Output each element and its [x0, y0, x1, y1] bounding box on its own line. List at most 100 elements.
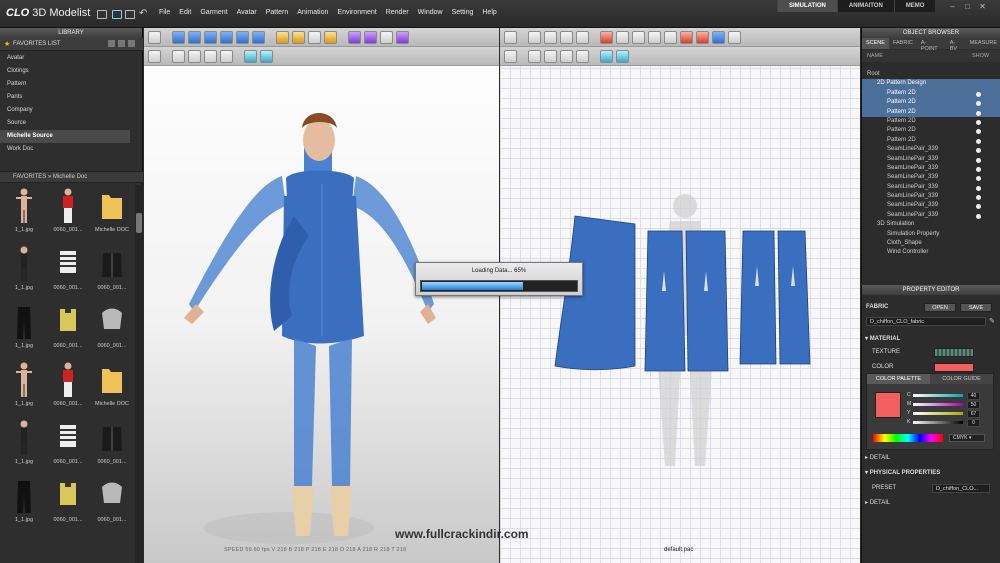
- mode-tab-memo[interactable]: MEMO: [893, 0, 936, 12]
- tree-node[interactable]: Pattern 2D: [862, 107, 1000, 117]
- measure-icon[interactable]: [276, 30, 289, 44]
- pen-icon[interactable]: ✎: [989, 317, 995, 325]
- library-thumbnail[interactable]: 0060_001...: [90, 475, 134, 533]
- texture-icon[interactable]: [244, 49, 257, 63]
- visibility-dot-icon[interactable]: [976, 119, 981, 125]
- tree-node[interactable]: SeamLinePair_339: [862, 183, 1000, 192]
- favorite-item[interactable]: Source: [0, 117, 143, 130]
- seam-icon[interactable]: [172, 49, 185, 63]
- tab-scene[interactable]: SCENE: [862, 38, 889, 49]
- library-thumbnail[interactable]: 0060_001...: [46, 417, 90, 475]
- library-thumbnail[interactable]: 0060_001...: [90, 243, 134, 301]
- add-icon[interactable]: [108, 40, 115, 47]
- slider-track[interactable]: [913, 394, 963, 397]
- trace-icon[interactable]: [600, 30, 613, 44]
- pin-icon[interactable]: [236, 30, 249, 44]
- edit-icon[interactable]: [118, 40, 125, 47]
- detail-section[interactable]: ▸ DETAIL: [865, 454, 890, 461]
- menu-item-pattern[interactable]: Pattern: [266, 9, 289, 16]
- new-file-icon[interactable]: [97, 10, 107, 19]
- maximize-icon[interactable]: □: [960, 2, 975, 11]
- library-thumbnail[interactable]: 0060_001...: [46, 359, 90, 417]
- library-thumbnail[interactable]: 0060_001...: [46, 475, 90, 533]
- visibility-dot-icon[interactable]: [976, 176, 981, 182]
- tab-fabric[interactable]: FABRIC: [889, 38, 917, 49]
- cmyk-slider-c[interactable]: C 40: [907, 392, 991, 400]
- library-thumbnail[interactable]: Michelle DOC: [90, 359, 134, 417]
- visibility-dot-icon[interactable]: [976, 91, 981, 97]
- slider-track[interactable]: [913, 412, 963, 415]
- tree-node[interactable]: SeamLinePair_339: [862, 211, 1000, 220]
- color-mode-select[interactable]: CMYK ▾: [949, 434, 985, 442]
- free-seam-2d-icon[interactable]: [560, 49, 573, 63]
- tree-node[interactable]: Pattern 2D: [862, 98, 1000, 108]
- visibility-dot-icon[interactable]: [976, 110, 981, 116]
- move-icon[interactable]: [308, 30, 321, 44]
- visibility-dot-icon[interactable]: [976, 101, 981, 107]
- tree-node[interactable]: Simulation Property: [862, 230, 1000, 239]
- visibility-dot-icon[interactable]: [976, 148, 981, 154]
- circle-icon[interactable]: [648, 30, 661, 44]
- tack-icon[interactable]: [220, 30, 233, 44]
- menu-item-animation[interactable]: Animation: [297, 9, 328, 16]
- segment-2d-icon[interactable]: [544, 49, 557, 63]
- seam-2d-icon[interactable]: [528, 49, 541, 63]
- menu-item-avatar[interactable]: Avatar: [237, 9, 257, 16]
- menu-item-garment[interactable]: Garment: [200, 9, 227, 16]
- mode-tab-animaiton[interactable]: ANIMAITON: [836, 0, 894, 12]
- menu-item-help[interactable]: Help: [482, 9, 496, 16]
- select-tool-icon[interactable]: [148, 30, 161, 44]
- visibility-dot-icon[interactable]: [976, 195, 981, 201]
- edit-curve-icon[interactable]: [544, 30, 557, 44]
- simulate-icon[interactable]: [172, 30, 185, 44]
- favorite-item[interactable]: Avatar: [0, 52, 143, 65]
- free-seam-icon[interactable]: [204, 49, 217, 63]
- menu-item-setting[interactable]: Setting: [452, 9, 474, 16]
- arrange-icon[interactable]: [188, 30, 201, 44]
- rectangle-icon[interactable]: [632, 30, 645, 44]
- visibility-dot-icon[interactable]: [976, 157, 981, 163]
- visibility-dot-icon[interactable]: [976, 204, 981, 210]
- color-spectrum[interactable]: [873, 434, 943, 442]
- avatar-icon[interactable]: [324, 30, 337, 44]
- tree-node[interactable]: Pattern 2D: [862, 136, 1000, 145]
- preset-dropdown[interactable]: D_chiffon_CLO...: [932, 484, 990, 493]
- visibility-dot-icon[interactable]: [976, 129, 981, 135]
- library-thumbnail[interactable]: 0060_001...: [90, 301, 134, 359]
- color-swatch[interactable]: [934, 363, 974, 372]
- menu-item-render[interactable]: Render: [386, 9, 409, 16]
- curve-point-icon[interactable]: [576, 30, 589, 44]
- fabric-name-field[interactable]: D_chiffon_CLO_fabric: [866, 317, 986, 326]
- favorite-item[interactable]: Work Doc: [0, 143, 143, 156]
- slider-value[interactable]: 50: [967, 401, 980, 409]
- visibility-dot-icon[interactable]: [976, 185, 981, 191]
- material-section[interactable]: ▾ MATERIAL: [865, 335, 900, 342]
- menu-icon[interactable]: [128, 40, 135, 47]
- fold-icon[interactable]: [204, 30, 217, 44]
- pattern-canvas[interactable]: [500, 66, 860, 563]
- library-thumbnail[interactable]: 1_1.jpg: [2, 301, 46, 359]
- tree-node[interactable]: SeamLinePair_339: [862, 145, 1000, 154]
- tree-node[interactable]: SeamLinePair_339: [862, 192, 1000, 201]
- mode-tab-simulation[interactable]: SIMULATION: [777, 0, 837, 12]
- grid-icon[interactable]: [260, 49, 273, 63]
- library-thumbnail[interactable]: 1_1.jpg: [2, 359, 46, 417]
- visibility-dot-icon[interactable]: [976, 213, 981, 219]
- tree-node[interactable]: Root: [862, 70, 1000, 79]
- library-thumbnail[interactable]: 1_1.jpg: [2, 475, 46, 533]
- detail2-section[interactable]: ▸ DETAIL: [865, 499, 890, 506]
- hanger2-icon[interactable]: [380, 30, 393, 44]
- tree-node[interactable]: SeamLinePair_339: [862, 155, 1000, 164]
- texture-2d-icon[interactable]: [600, 49, 613, 63]
- library-thumbnail[interactable]: 1_1.jpg: [2, 185, 46, 243]
- mirror-icon[interactable]: [728, 30, 741, 44]
- slider-track[interactable]: [913, 403, 963, 406]
- tab-a-bv[interactable]: A-BV: [946, 38, 966, 52]
- pointer-2d-icon[interactable]: [504, 49, 517, 63]
- undo-icon[interactable]: ↶: [139, 8, 147, 19]
- tree-node[interactable]: Wind Controller: [862, 248, 1000, 257]
- avatar-model[interactable]: [144, 66, 499, 563]
- cursor-icon[interactable]: [148, 49, 161, 63]
- favorite-item[interactable]: Pattern: [0, 78, 143, 91]
- texture-swatch[interactable]: [934, 348, 974, 357]
